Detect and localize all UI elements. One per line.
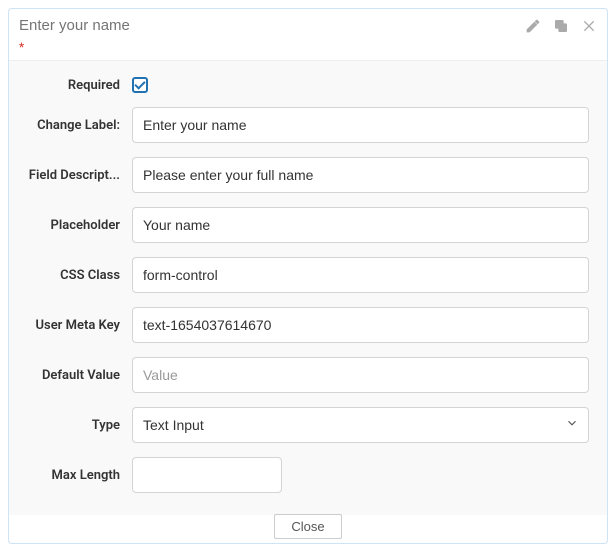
label-user-meta-key: User Meta Key — [27, 318, 132, 333]
field-settings-dialog: * Required Change Label: Field Descript.… — [8, 8, 608, 544]
close-icon[interactable] — [581, 18, 597, 34]
type-select[interactable] — [132, 407, 589, 443]
label-default-value: Default Value — [27, 368, 132, 383]
max-length-input[interactable] — [132, 457, 282, 493]
row-placeholder: Placeholder — [27, 207, 589, 243]
row-type: Type — [27, 407, 589, 443]
close-button[interactable]: Close — [274, 514, 341, 539]
header-actions — [525, 18, 597, 34]
row-css-class: CSS Class — [27, 257, 589, 293]
label-change-label: Change Label: — [27, 118, 132, 133]
dialog-footer: Close — [9, 515, 607, 543]
placeholder-input[interactable] — [132, 207, 589, 243]
label-max-length: Max Length — [27, 468, 132, 483]
row-user-meta-key: User Meta Key — [27, 307, 589, 343]
pencil-icon[interactable] — [525, 18, 541, 34]
row-default-value: Default Value — [27, 357, 589, 393]
user-meta-key-input[interactable] — [132, 307, 589, 343]
dialog-header — [9, 9, 607, 40]
row-required: Required — [27, 77, 589, 93]
label-css-class: CSS Class — [27, 268, 132, 283]
css-class-input[interactable] — [132, 257, 589, 293]
row-field-description: Field Descript... — [27, 157, 589, 193]
field-description-input[interactable] — [132, 157, 589, 193]
default-value-input[interactable] — [132, 357, 589, 393]
required-asterisk: * — [9, 40, 607, 60]
label-field-description: Field Descript... — [27, 168, 132, 183]
field-title-input[interactable] — [19, 13, 525, 38]
form-body: Required Change Label: Field Descript...… — [9, 60, 607, 515]
change-label-input[interactable] — [132, 107, 589, 143]
row-max-length: Max Length — [27, 457, 589, 493]
label-type: Type — [27, 418, 132, 433]
label-placeholder: Placeholder — [27, 218, 132, 233]
row-change-label: Change Label: — [27, 107, 589, 143]
required-checkbox[interactable] — [132, 77, 148, 93]
label-required: Required — [27, 78, 132, 93]
copy-icon[interactable] — [553, 18, 569, 34]
